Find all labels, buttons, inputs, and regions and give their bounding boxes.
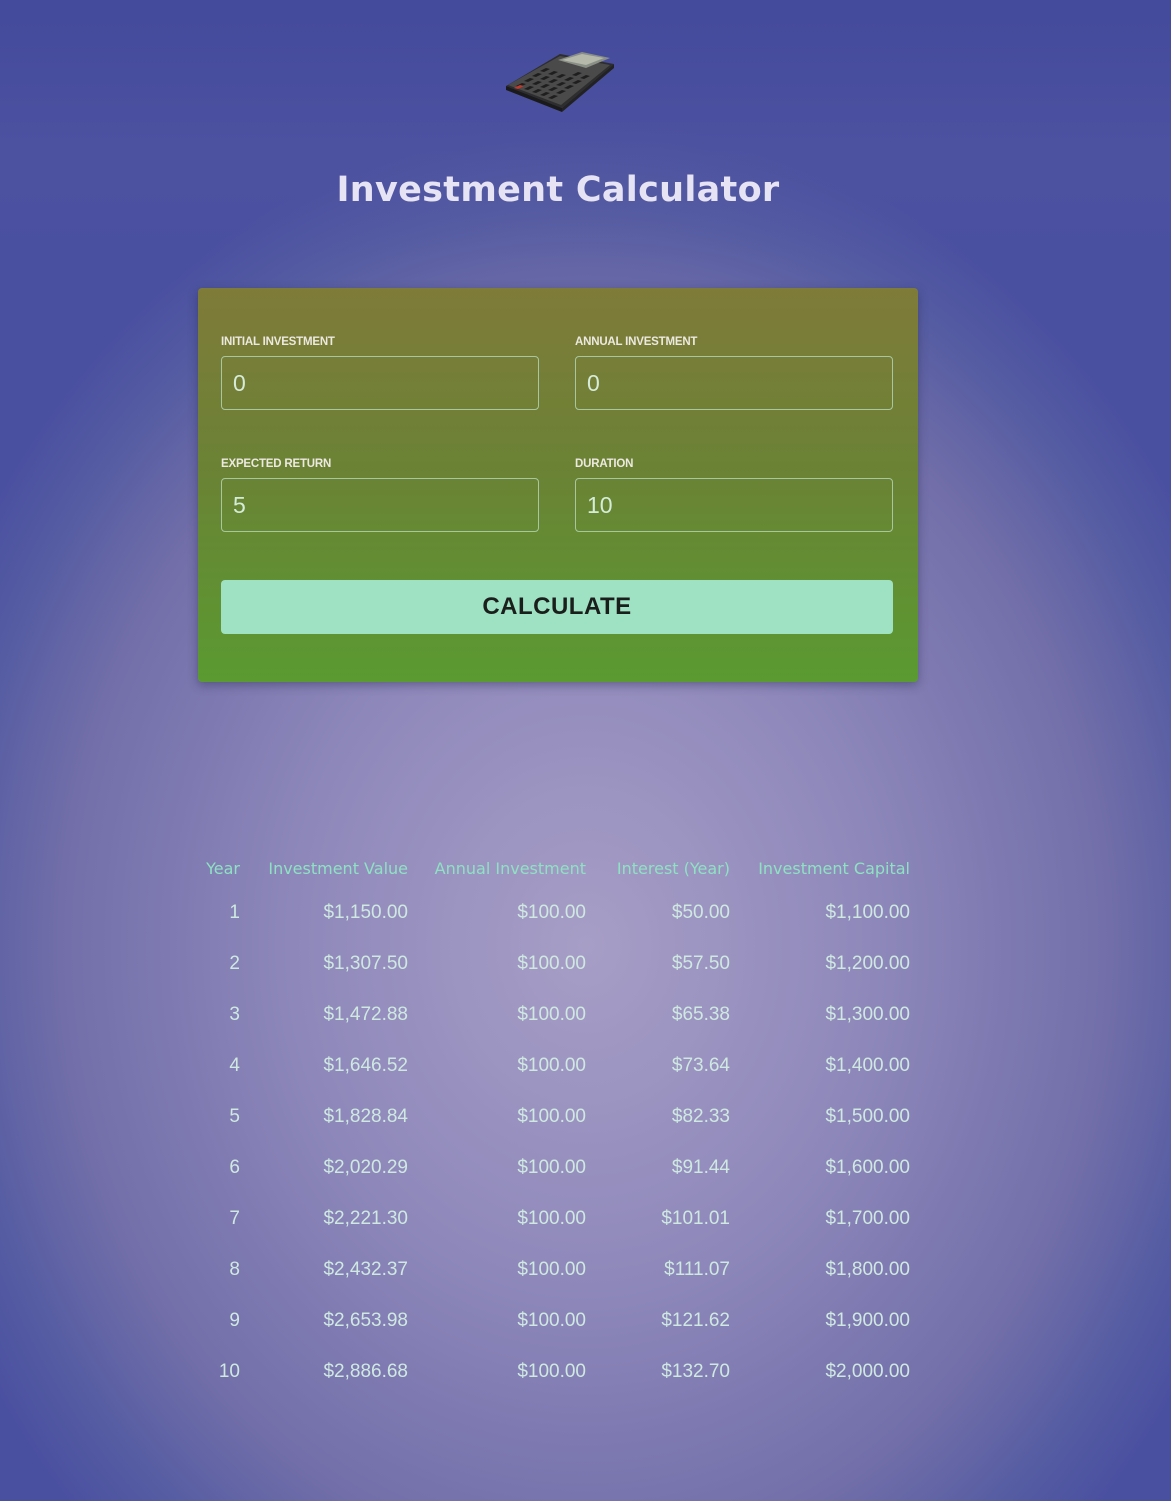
cell-annual-investment: $100.00 bbox=[517, 1054, 586, 1076]
expected-return-input[interactable] bbox=[221, 478, 539, 532]
table-row: 1 $1,150.00 $100.00 $50.00 $1,100.00 bbox=[191, 887, 923, 938]
cell-year: 1 bbox=[229, 901, 240, 923]
results-table: Year Investment Value Annual Investment … bbox=[191, 850, 923, 1397]
cell-investment-value: $1,646.52 bbox=[323, 1054, 408, 1076]
table-row: 7 $2,221.30 $100.00 $101.01 $1,700.00 bbox=[191, 1193, 923, 1244]
initial-investment-label: Initial Investment bbox=[221, 336, 335, 348]
cell-interest: $111.07 bbox=[664, 1258, 730, 1280]
table-row: 8 $2,432.37 $100.00 $111.07 $1,800.00 bbox=[191, 1244, 923, 1295]
cell-investment-capital: $1,400.00 bbox=[825, 1054, 910, 1076]
cell-annual-investment: $100.00 bbox=[517, 901, 586, 923]
column-header-year: Year bbox=[206, 859, 240, 878]
initial-investment-group: Initial Investment bbox=[221, 336, 539, 410]
column-header-investment-capital: Investment Capital bbox=[758, 859, 910, 878]
cell-interest: $82.33 bbox=[671, 1105, 730, 1127]
cell-interest: $65.38 bbox=[671, 1003, 730, 1025]
cell-year: 4 bbox=[229, 1054, 240, 1076]
cell-year: 9 bbox=[229, 1309, 240, 1331]
input-form-card: Initial Investment Annual Investment Exp… bbox=[198, 288, 918, 682]
annual-investment-group: Annual Investment bbox=[575, 336, 893, 410]
cell-investment-capital: $1,600.00 bbox=[825, 1156, 910, 1178]
cell-investment-capital: $1,300.00 bbox=[825, 1003, 910, 1025]
cell-investment-capital: $2,000.00 bbox=[825, 1360, 910, 1382]
initial-investment-input[interactable] bbox=[221, 356, 539, 410]
cell-interest: $73.64 bbox=[671, 1054, 730, 1076]
table-row: 2 $1,307.50 $100.00 $57.50 $1,200.00 bbox=[191, 938, 923, 989]
column-header-interest-year: Interest (Year) bbox=[616, 859, 730, 878]
calculate-button[interactable]: Calculate bbox=[221, 580, 893, 634]
cell-annual-investment: $100.00 bbox=[517, 1156, 586, 1178]
table-row: 10 $2,886.68 $100.00 $132.70 $2,000.00 bbox=[191, 1346, 923, 1397]
cell-investment-value: $1,150.00 bbox=[323, 901, 408, 923]
column-header-investment-value: Investment Value bbox=[268, 859, 408, 878]
cell-interest: $101.01 bbox=[661, 1207, 730, 1229]
cell-investment-value: $1,472.88 bbox=[323, 1003, 408, 1025]
cell-annual-investment: $100.00 bbox=[517, 1258, 586, 1280]
page-header: Investment Calculator bbox=[0, 0, 1171, 260]
duration-label: Duration bbox=[575, 458, 634, 470]
cell-year: 3 bbox=[229, 1003, 240, 1025]
cell-year: 8 bbox=[229, 1258, 240, 1280]
cell-interest: $121.62 bbox=[661, 1309, 730, 1331]
annual-investment-input[interactable] bbox=[575, 356, 893, 410]
results-header-row: Year Investment Value Annual Investment … bbox=[191, 850, 923, 887]
table-row: 5 $1,828.84 $100.00 $82.33 $1,500.00 bbox=[191, 1091, 923, 1142]
cell-investment-value: $2,432.37 bbox=[323, 1258, 408, 1280]
cell-interest: $57.50 bbox=[671, 952, 730, 974]
cell-investment-capital: $1,500.00 bbox=[825, 1105, 910, 1127]
cell-investment-value: $1,307.50 bbox=[323, 952, 408, 974]
cell-annual-investment: $100.00 bbox=[517, 952, 586, 974]
table-row: 3 $1,472.88 $100.00 $65.38 $1,300.00 bbox=[191, 989, 923, 1040]
cell-annual-investment: $100.00 bbox=[517, 1105, 586, 1127]
expected-return-group: Expected Return bbox=[221, 458, 539, 532]
cell-annual-investment: $100.00 bbox=[517, 1360, 586, 1382]
cell-interest: $50.00 bbox=[671, 901, 730, 923]
table-row: 9 $2,653.98 $100.00 $121.62 $1,900.00 bbox=[191, 1295, 923, 1346]
table-row: 4 $1,646.52 $100.00 $73.64 $1,400.00 bbox=[191, 1040, 923, 1091]
cell-annual-investment: $100.00 bbox=[517, 1309, 586, 1331]
column-header-annual-investment: Annual Investment bbox=[434, 859, 586, 878]
cell-year: 10 bbox=[218, 1360, 240, 1382]
cell-investment-capital: $1,700.00 bbox=[825, 1207, 910, 1229]
cell-investment-value: $2,020.29 bbox=[323, 1156, 408, 1178]
cell-annual-investment: $100.00 bbox=[517, 1207, 586, 1229]
cell-annual-investment: $100.00 bbox=[517, 1003, 586, 1025]
expected-return-label: Expected Return bbox=[221, 458, 332, 470]
cell-interest: $91.44 bbox=[671, 1156, 730, 1178]
cell-investment-capital: $1,100.00 bbox=[825, 901, 910, 923]
cell-year: 2 bbox=[229, 952, 240, 974]
cell-investment-capital: $1,800.00 bbox=[825, 1258, 910, 1280]
table-row: 6 $2,020.29 $100.00 $91.44 $1,600.00 bbox=[191, 1142, 923, 1193]
annual-investment-label: Annual Investment bbox=[575, 336, 698, 348]
cell-year: 7 bbox=[229, 1207, 240, 1229]
cell-investment-capital: $1,200.00 bbox=[825, 952, 910, 974]
cell-interest: $132.70 bbox=[661, 1360, 730, 1382]
calculator-icon bbox=[506, 52, 614, 112]
cell-year: 6 bbox=[229, 1156, 240, 1178]
duration-group: Duration bbox=[575, 458, 893, 532]
cell-investment-value: $1,828.84 bbox=[323, 1105, 408, 1127]
cell-investment-value: $2,221.30 bbox=[323, 1207, 408, 1229]
cell-investment-value: $2,653.98 bbox=[323, 1309, 408, 1331]
page-title: Investment Calculator bbox=[336, 170, 780, 210]
cell-investment-capital: $1,900.00 bbox=[825, 1309, 910, 1331]
duration-input[interactable] bbox=[575, 478, 893, 532]
cell-investment-value: $2,886.68 bbox=[323, 1360, 408, 1382]
cell-year: 5 bbox=[229, 1105, 240, 1127]
